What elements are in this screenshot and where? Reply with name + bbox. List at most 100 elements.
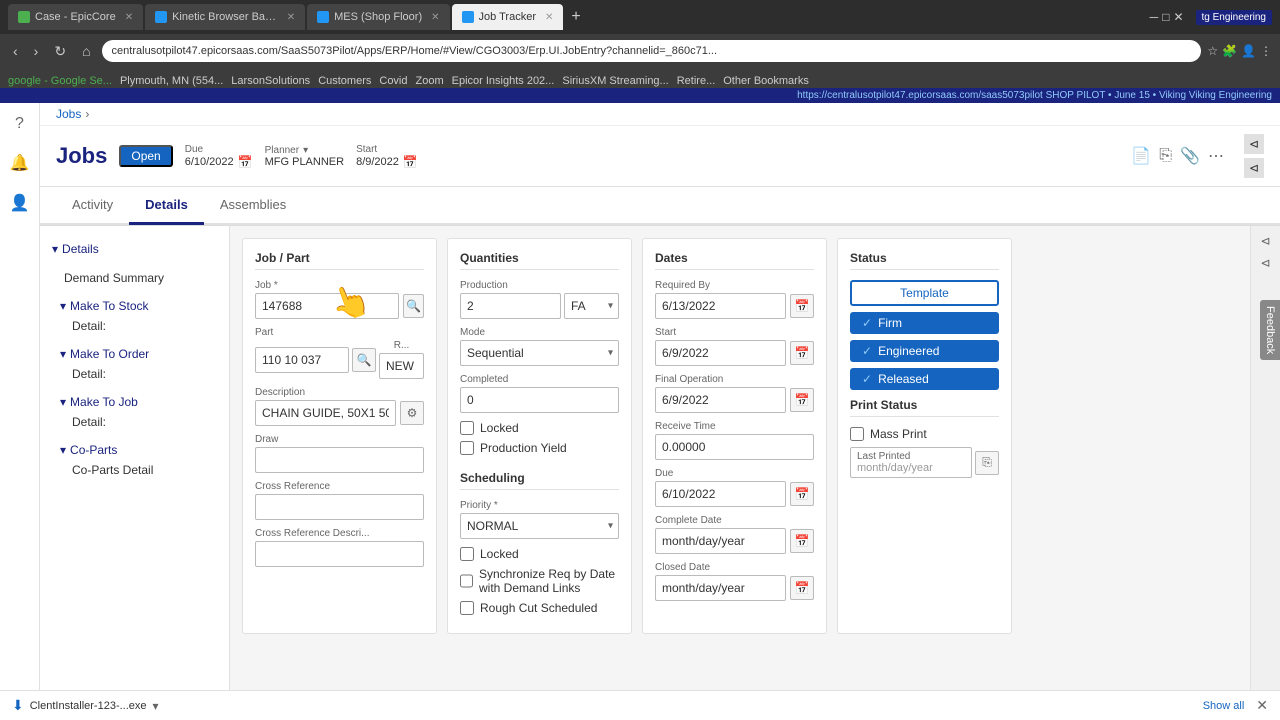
nav-demand-summary[interactable]: Demand Summary <box>40 268 229 288</box>
priority-select[interactable]: NORMAL <box>460 513 619 539</box>
final-op-input[interactable] <box>655 387 786 413</box>
right-panel-icon-2[interactable]: ⊲ <box>1260 256 1270 270</box>
bookmark-3[interactable]: Customers <box>318 75 371 87</box>
notifications-icon[interactable]: 🔔 <box>6 149 34 177</box>
draw-input[interactable] <box>255 447 424 473</box>
browser-tab-1[interactable]: Kinetic Browser Based MES - J... ✕ <box>145 4 305 30</box>
nav-make-to-stock-detail[interactable]: Detail: <box>40 316 229 336</box>
tab-close-0[interactable]: ✕ <box>125 12 133 23</box>
engineered-button[interactable]: ✓ Engineered <box>850 340 999 362</box>
bookmark-4[interactable]: Covid <box>379 75 407 87</box>
user-profile-icon[interactable]: 👤 <box>6 189 34 217</box>
attachment-icon[interactable]: 📎 <box>1180 146 1200 166</box>
tab-close-2[interactable]: ✕ <box>431 12 439 23</box>
right-panel-icon-1[interactable]: ⊲ <box>1260 234 1270 248</box>
cross-ref-desc-input[interactable] <box>255 541 424 567</box>
bookmark-icon[interactable]: ☆ <box>1207 44 1218 58</box>
browser-tab-0[interactable]: Case - EpicCore ✕ <box>8 4 143 30</box>
nav-make-to-job[interactable]: ▾ Make To Job <box>40 392 229 412</box>
status-open-button[interactable]: Open <box>119 145 172 167</box>
description-translate-icon[interactable]: ⚙ <box>400 401 424 425</box>
breadcrumb-jobs-link[interactable]: Jobs <box>56 107 81 121</box>
rough-cut-checkbox[interactable] <box>460 601 474 615</box>
due-date-calendar-icon[interactable]: 📅 <box>790 482 814 506</box>
closed-date-calendar-icon[interactable]: 📅 <box>790 576 814 600</box>
cross-ref-input[interactable] <box>255 494 424 520</box>
firm-button[interactable]: ✓ Firm <box>850 312 999 334</box>
more-options-icon[interactable]: ⋯ <box>1208 146 1224 166</box>
bookmark-7[interactable]: SiriusXM Streaming... <box>562 75 668 87</box>
mode-select[interactable]: Sequential <box>460 340 619 366</box>
job-input[interactable] <box>255 293 399 319</box>
bookmark-6[interactable]: Epicor Insights 202... <box>452 75 555 87</box>
dates-start-input[interactable] <box>655 340 786 366</box>
nav-make-to-order[interactable]: ▾ Make To Order <box>40 344 229 364</box>
nav-make-to-job-detail[interactable]: Detail: <box>40 412 229 432</box>
forward-button[interactable]: › <box>29 41 44 61</box>
maximize-button[interactable]: □ <box>1162 10 1169 24</box>
nav-details-header[interactable]: ▾ Details <box>40 238 229 260</box>
job-search-icon[interactable]: 🔍 <box>403 294 424 318</box>
panel-collapse-bottom[interactable]: ⊲ <box>1244 158 1264 178</box>
tab-assemblies[interactable]: Assemblies <box>204 187 302 225</box>
production-yield-checkbox[interactable] <box>460 441 474 455</box>
rev-select[interactable]: NEW <box>379 353 424 379</box>
extensions-icon[interactable]: 🧩 <box>1222 44 1237 58</box>
locked-quantities-checkbox[interactable] <box>460 421 474 435</box>
download-chevron-icon[interactable]: ▾ <box>153 699 159 713</box>
closed-date-input[interactable] <box>655 575 786 601</box>
bookmark-1[interactable]: Plymouth, MN (554... <box>120 75 223 87</box>
document-icon[interactable]: 📄 <box>1131 146 1151 166</box>
bookmark-google[interactable]: google - Google Se... <box>8 75 112 87</box>
bookmark-2[interactable]: LarsonSolutions <box>231 75 310 87</box>
feedback-tab[interactable]: Feedback <box>1260 300 1280 360</box>
production-unit-select[interactable]: FA <box>564 293 619 319</box>
browser-tab-3[interactable]: Job Tracker ✕ <box>452 4 564 30</box>
required-by-input[interactable] <box>655 293 786 319</box>
bottom-bar-close-button[interactable]: ✕ <box>1256 697 1268 714</box>
nav-make-to-stock[interactable]: ▾ Make To Stock <box>40 296 229 316</box>
bookmark-other[interactable]: Other Bookmarks <box>723 75 809 87</box>
show-all-link[interactable]: Show all <box>1203 700 1245 712</box>
help-icon[interactable]: ? <box>11 111 28 137</box>
tab-details[interactable]: Details <box>129 187 204 225</box>
planner-dropdown-icon[interactable]: ▾ <box>303 145 308 156</box>
completed-input[interactable] <box>460 387 619 413</box>
production-input[interactable] <box>460 293 561 319</box>
final-op-calendar-icon[interactable]: 📅 <box>790 388 814 412</box>
profile-icon[interactable]: 👤 <box>1241 44 1256 58</box>
receive-time-input[interactable] <box>655 434 814 460</box>
nav-co-parts[interactable]: ▾ Co-Parts <box>40 440 229 460</box>
tab-activity[interactable]: Activity <box>56 187 129 225</box>
browser-tab-2[interactable]: MES (Shop Floor) ✕ <box>307 4 449 30</box>
minimize-button[interactable]: ─ <box>1150 10 1159 24</box>
template-button[interactable]: Template <box>850 280 999 306</box>
copy-icon[interactable]: ⎘ <box>1159 147 1172 165</box>
complete-date-calendar-icon[interactable]: 📅 <box>790 529 814 553</box>
bookmark-8[interactable]: Retire... <box>677 75 716 87</box>
start-calendar-icon[interactable]: 📅 <box>403 155 418 169</box>
bookmark-5[interactable]: Zoom <box>416 75 444 87</box>
part-input[interactable] <box>255 347 349 373</box>
locked-scheduling-checkbox[interactable] <box>460 547 474 561</box>
required-by-calendar-icon[interactable]: 📅 <box>790 294 814 318</box>
nav-make-to-order-detail[interactable]: Detail: <box>40 364 229 384</box>
panel-collapse-top[interactable]: ⊲ <box>1244 134 1264 154</box>
tab-close-1[interactable]: ✕ <box>287 12 295 23</box>
back-button[interactable]: ‹ <box>8 41 23 61</box>
released-button[interactable]: ✓ Released <box>850 368 999 390</box>
nav-co-parts-detail[interactable]: Co-Parts Detail <box>40 460 229 480</box>
menu-icon[interactable]: ⋮ <box>1260 44 1272 58</box>
part-search-icon[interactable]: 🔍 <box>352 348 376 372</box>
mass-print-checkbox[interactable] <box>850 427 864 441</box>
description-input[interactable] <box>255 400 396 426</box>
home-button[interactable]: ⌂ <box>77 41 95 61</box>
tab-close-3[interactable]: ✕ <box>545 12 553 23</box>
new-tab-button[interactable]: + <box>565 8 586 26</box>
last-printed-action-icon[interactable]: ⎘ <box>975 451 999 475</box>
sync-req-checkbox[interactable] <box>460 574 473 588</box>
complete-date-input[interactable] <box>655 528 786 554</box>
close-window-button[interactable]: ✕ <box>1173 10 1183 24</box>
due-calendar-icon[interactable]: 📅 <box>238 155 253 169</box>
dates-start-calendar-icon[interactable]: 📅 <box>790 341 814 365</box>
